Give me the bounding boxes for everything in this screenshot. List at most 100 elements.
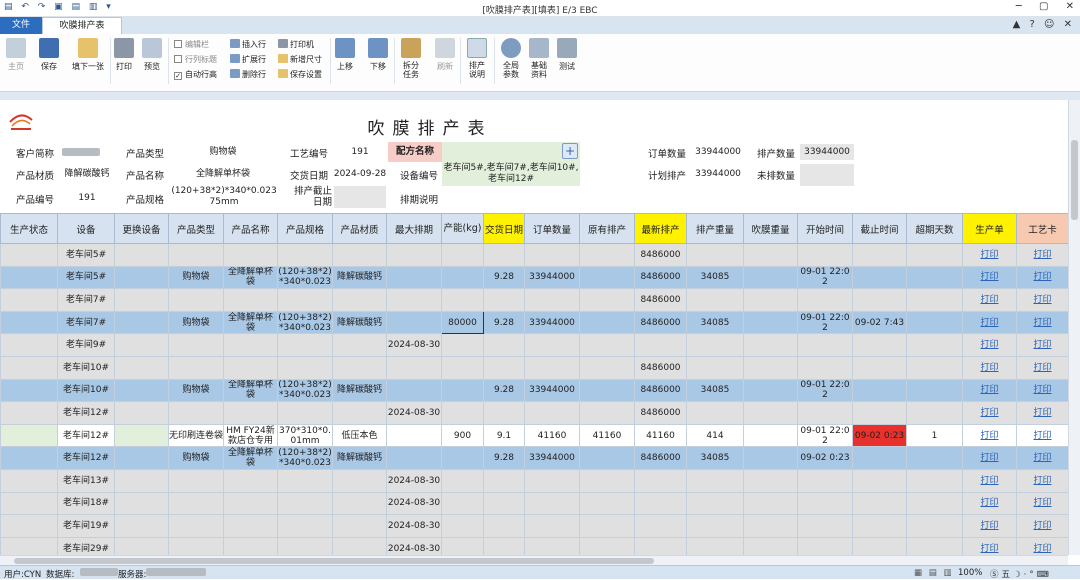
print-button[interactable]: 打印 <box>113 38 135 72</box>
delete-row-button[interactable]: 删除行 <box>230 69 266 80</box>
print-order-link[interactable]: 打印 <box>962 355 1017 380</box>
print-process-link[interactable]: 打印 <box>1016 491 1068 516</box>
print-process-link[interactable]: 打印 <box>1016 333 1068 357</box>
edit-bar-checkbox[interactable]: 编辑栏 <box>174 39 209 50</box>
test-button[interactable]: 测试 <box>556 38 578 72</box>
equipment-field[interactable]: 老车间5#,老车间7#,老车间10#,老车间12# <box>442 162 580 186</box>
help-icons[interactable]: ▲ ? ☺ ✕ <box>1013 19 1072 30</box>
column-header[interactable]: 原有排产 <box>579 213 635 244</box>
expand-row-button[interactable]: 扩展行 <box>230 54 266 65</box>
move-down-button[interactable]: 下移 <box>367 38 389 72</box>
insert-row-button[interactable]: 插入行 <box>230 39 266 50</box>
print-process-link[interactable]: 打印 <box>1016 288 1068 312</box>
view-mode-icons[interactable]: ▦ ▤ ▥ <box>914 568 954 578</box>
column-header[interactable]: 最大排期 <box>386 213 442 244</box>
print-order-link[interactable]: 打印 <box>962 288 1017 312</box>
product-type-field[interactable]: 购物袋 <box>170 147 276 158</box>
formula-field[interactable] <box>442 142 580 162</box>
print-order-link[interactable]: 打印 <box>962 491 1017 516</box>
material-field[interactable]: 降解碳酸钙 <box>60 169 114 180</box>
printer-button[interactable]: 打印机 <box>278 39 314 50</box>
table-row[interactable]: 老车间5# 8486000 打印 打印 <box>0 243 1068 267</box>
plan-qty-field[interactable]: 33944000 <box>692 169 744 180</box>
column-header[interactable]: 更换设备 <box>114 213 169 244</box>
save-button[interactable]: 保存 <box>36 38 62 72</box>
scheduled-qty-field[interactable]: 33944000 <box>800 144 854 160</box>
print-process-link[interactable]: 打印 <box>1016 401 1068 425</box>
add-formula-button[interactable]: + <box>562 143 578 159</box>
new-size-button[interactable]: 新增尺寸 <box>278 54 322 65</box>
tab-file[interactable]: 文件 <box>0 17 42 34</box>
print-process-link[interactable]: 打印 <box>1016 265 1068 290</box>
column-header[interactable]: 生产状态 <box>0 213 58 244</box>
note-field[interactable] <box>442 188 580 208</box>
print-process-link[interactable]: 打印 <box>1016 536 1068 555</box>
table-row[interactable]: 老车间29# 2024-08-30 打印 打印 <box>0 536 1068 555</box>
refresh-button[interactable]: 刷新 <box>434 38 456 72</box>
print-order-link[interactable]: 打印 <box>962 378 1017 403</box>
column-header[interactable]: 设备 <box>57 213 115 244</box>
print-order-link[interactable]: 打印 <box>962 423 1017 448</box>
print-process-link[interactable]: 打印 <box>1016 423 1068 448</box>
preview-button[interactable]: 预览 <box>140 38 164 72</box>
column-header[interactable]: 产品类型 <box>168 213 224 244</box>
print-order-link[interactable]: 打印 <box>962 310 1017 335</box>
product-no-field[interactable]: 191 <box>60 193 114 204</box>
vertical-scrollbar[interactable] <box>1068 100 1080 555</box>
global-params-button[interactable]: 全局参数 <box>500 38 522 79</box>
horizontal-scrollbar[interactable] <box>0 555 1068 565</box>
column-header[interactable]: 工艺卡 <box>1016 213 1068 244</box>
order-qty-field[interactable]: 33944000 <box>692 147 744 158</box>
table-row[interactable]: 老车间7# 购物袋 全降解单杯袋 (120+38*2)*340*0.023 降解碳酸钙 8… <box>0 310 1068 335</box>
column-header[interactable]: 吹膜重量 <box>743 213 798 244</box>
column-header[interactable]: 最新排产 <box>634 213 687 244</box>
column-header[interactable]: 超期天数 <box>906 213 963 244</box>
print-order-link[interactable]: 打印 <box>962 243 1017 267</box>
home-button[interactable]: 主页 <box>4 38 28 72</box>
auto-row-height-checkbox[interactable]: ✓ 自动行高 <box>174 69 217 80</box>
column-header[interactable]: 排产重量 <box>686 213 744 244</box>
print-process-link[interactable]: 打印 <box>1016 514 1068 538</box>
print-process-link[interactable]: 打印 <box>1016 355 1068 380</box>
spec-field[interactable]: (120+38*2)*340*0.023 75mm <box>170 186 278 208</box>
print-order-link[interactable]: 打印 <box>962 265 1017 290</box>
print-process-link[interactable]: 打印 <box>1016 378 1068 403</box>
basic-data-button[interactable]: 基础资料 <box>528 38 550 79</box>
save-settings-button[interactable]: 保存设置 <box>278 69 322 80</box>
print-order-link[interactable]: 打印 <box>962 446 1017 470</box>
table-row[interactable]: 老车间13# 2024-08-30 打印 打印 <box>0 468 1068 493</box>
column-header[interactable]: 产品名称 <box>223 213 278 244</box>
window-controls[interactable]: ─ ▢ ✕ <box>1016 1 1074 12</box>
move-up-button[interactable]: 上移 <box>334 38 356 72</box>
schedule-note-button[interactable]: 排产说明 <box>466 38 488 79</box>
print-process-link[interactable]: 打印 <box>1016 243 1068 267</box>
column-header[interactable]: 产品规格 <box>277 213 333 244</box>
process-no-field[interactable]: 191 <box>334 147 386 158</box>
column-header[interactable]: 交货日期 <box>483 213 525 244</box>
fill-next-button[interactable]: 填下一张 <box>68 38 108 72</box>
print-process-link[interactable]: 打印 <box>1016 446 1068 470</box>
table-row[interactable]: 老车间9# 2024-08-30 打印 打印 <box>0 333 1068 357</box>
table-row[interactable]: 老车间7# 8486000 打印 打印 <box>0 288 1068 312</box>
print-order-link[interactable]: 打印 <box>962 333 1017 357</box>
customer-field[interactable] <box>62 144 114 160</box>
product-name-field[interactable]: 全降解单杯袋 <box>170 169 276 180</box>
row-title-checkbox[interactable]: 行列标题 <box>174 54 217 65</box>
tab-film-schedule[interactable]: 吹膜排产表 <box>42 17 122 34</box>
table-row[interactable]: 老车间10# 8486000 打印 打印 <box>0 355 1068 380</box>
unscheduled-field[interactable] <box>800 164 854 186</box>
table-row[interactable]: 老车间5# 购物袋 全降解单杯袋 (120+38*2)*340*0.023 降解碳酸钙 9… <box>0 265 1068 290</box>
column-header[interactable]: 产能(kg) <box>441 213 484 244</box>
split-task-button[interactable]: 拆分任务 <box>400 38 422 79</box>
column-header[interactable]: 订单数量 <box>524 213 580 244</box>
print-order-link[interactable]: 打印 <box>962 514 1017 538</box>
table-row[interactable]: 老车间12# 购物袋 全降解单杯袋 (120+38*2)*340*0.023 降解碳酸钙… <box>0 446 1068 470</box>
table-row[interactable]: 老车间18# 2024-08-30 打印 打印 <box>0 491 1068 516</box>
column-header[interactable]: 生产单 <box>962 213 1017 244</box>
column-header[interactable]: 开始时间 <box>797 213 853 244</box>
table-row[interactable]: 老车间19# 2024-08-30 打印 打印 <box>0 514 1068 538</box>
table-row[interactable]: 老车间12# 2024-08-30 8486000 打印 打印 <box>0 401 1068 425</box>
table-row[interactable]: 老车间10# 购物袋 全降解单杯袋 (120+38*2)*340*0.023 降解碳酸钙… <box>0 378 1068 403</box>
print-order-link[interactable]: 打印 <box>962 401 1017 425</box>
column-header[interactable]: 产品材质 <box>332 213 387 244</box>
